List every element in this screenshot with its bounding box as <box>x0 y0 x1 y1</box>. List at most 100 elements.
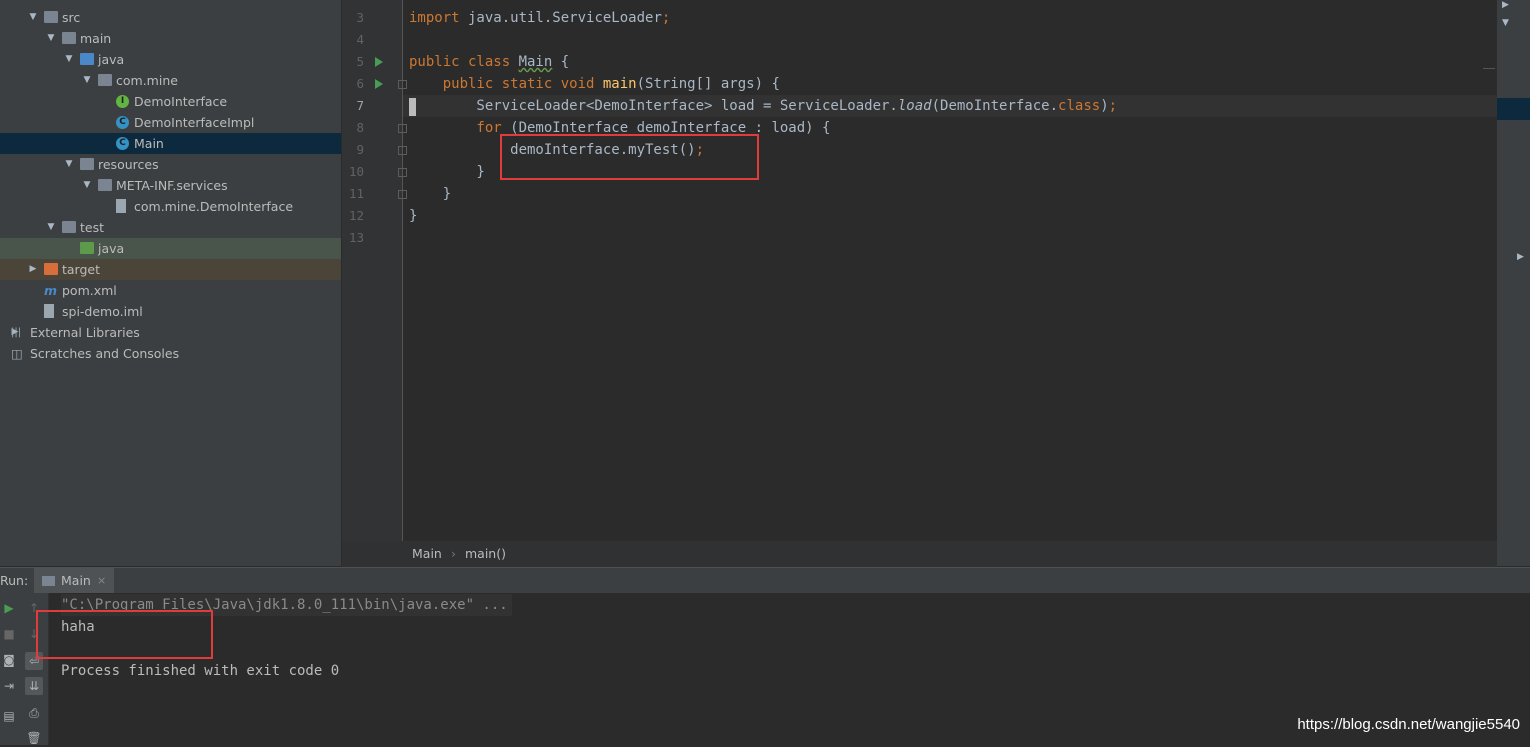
collapse-arrow-icon[interactable]: ▼ <box>45 217 57 238</box>
code-line-11[interactable]: } <box>409 183 451 205</box>
print-icon[interactable]: ⎙ <box>25 704 43 722</box>
folder-icon <box>62 32 76 44</box>
line-number: 11 <box>348 186 364 201</box>
line-number: 10 <box>348 164 364 179</box>
scroll-to-end-icon[interactable]: ⇊ <box>25 677 43 695</box>
collapse-arrow-icon[interactable]: ▼ <box>63 49 75 70</box>
tree-item[interactable]: C DemoInterfaceImpl <box>0 112 341 133</box>
breadcrumb-item-main[interactable]: Main <box>412 546 442 561</box>
line-number: 4 <box>356 32 364 47</box>
tree-item[interactable]: m pom.xml <box>0 280 341 301</box>
fold-marker-icon[interactable] <box>398 146 407 155</box>
tree-item[interactable]: ▼ com.mine <box>0 70 341 91</box>
line-number: 13 <box>348 230 364 245</box>
tree-item-label: src <box>62 10 81 25</box>
highlight-box-output <box>36 610 213 659</box>
stop-icon[interactable]: ■ <box>0 625 18 643</box>
expand-arrow-icon[interactable]: ▶ <box>1517 252 1524 262</box>
right-strip-selection <box>1497 98 1530 120</box>
collapse-arrow-icon[interactable]: ▼ <box>45 28 57 49</box>
code-semicolon: ; <box>1108 98 1118 114</box>
file-icon <box>116 199 126 213</box>
right-tool-strip <box>1497 0 1530 566</box>
file-icon <box>44 304 54 318</box>
project-tree[interactable]: ▼ src ▼ main ▼ java ▼ com.mine I DemoInterface C De… <box>0 0 341 566</box>
line-number: 9 <box>356 142 364 157</box>
class-name: Main <box>518 54 553 70</box>
collapse-arrow-icon[interactable]: ▼ <box>81 70 93 91</box>
tree-item[interactable]: ▼ java <box>0 49 341 70</box>
tree-item-label: META-INF.services <box>116 178 228 193</box>
run-tab-label: Main <box>61 573 91 588</box>
code-line-12[interactable]: } <box>409 205 417 227</box>
line-number: 5 <box>356 54 364 69</box>
collapse-arrow-icon[interactable]: ▼ <box>81 175 93 196</box>
tree-item[interactable]: ▼ META-INF.services <box>0 175 341 196</box>
run-class-icon[interactable] <box>375 57 383 67</box>
tree-item[interactable]: ▼ main <box>0 28 341 49</box>
code-line-5[interactable]: public class Main { <box>409 51 569 73</box>
code-semicolon: ; <box>661 10 671 26</box>
highlight-box-code <box>500 134 759 180</box>
camera-icon[interactable]: ◙ <box>0 651 18 669</box>
code-text: { <box>552 54 570 70</box>
excluded-folder-icon <box>44 263 58 275</box>
tree-item[interactable]: ◫ Scratches and Consoles <box>0 343 341 364</box>
breadcrumb-item-method[interactable]: main() <box>465 546 506 561</box>
keyword: public static void <box>409 76 603 92</box>
test-folder-icon <box>80 242 94 254</box>
collapse-arrow-icon[interactable]: ▼ <box>1502 18 1509 28</box>
tree-item-label: test <box>80 220 105 235</box>
tree-item-label: spi-demo.iml <box>62 304 143 319</box>
fold-marker-icon[interactable] <box>398 168 407 177</box>
fold-marker-icon[interactable] <box>398 124 407 133</box>
breadcrumb-separator: › <box>451 546 456 561</box>
tree-item-label: External Libraries <box>30 325 140 340</box>
tree-item[interactable]: I DemoInterface <box>0 91 341 112</box>
expand-arrow-icon[interactable]: ▶ <box>27 259 39 280</box>
run-method-icon[interactable] <box>375 79 383 89</box>
fold-marker-icon[interactable] <box>398 80 407 89</box>
tree-item-label: Scratches and Consoles <box>30 346 180 361</box>
tree-item[interactable]: C Main <box>0 133 341 154</box>
code-text: (String[] args) { <box>636 76 780 92</box>
trash-icon[interactable]: 🗑 <box>25 729 43 747</box>
method-name: main <box>602 76 637 92</box>
fold-marker-icon[interactable] <box>398 190 407 199</box>
tree-item[interactable]: ▶ target <box>0 259 341 280</box>
console-icon <box>42 576 55 586</box>
code-text: ServiceLoader<DemoInterface> load = Serv… <box>409 98 898 114</box>
expand-arrow-icon[interactable]: ▶ <box>1502 0 1509 10</box>
tree-item-label: java <box>98 241 125 256</box>
keyword: public class <box>409 54 519 70</box>
keyword: class <box>1058 98 1101 114</box>
close-icon[interactable]: × <box>97 574 106 587</box>
folder-icon <box>62 221 76 233</box>
interface-icon: I <box>116 95 129 108</box>
code-text: ) <box>1100 98 1109 114</box>
class-icon: C <box>116 116 129 129</box>
maven-icon: m <box>44 283 58 298</box>
right-margin-guide <box>1483 68 1495 69</box>
tree-item[interactable]: spi-demo.iml <box>0 301 341 322</box>
folder-icon <box>80 158 94 170</box>
collapse-arrow-icon[interactable]: ▼ <box>27 7 39 28</box>
code-line-3[interactable]: import java.util.ServiceLoader; <box>409 7 670 29</box>
tree-item[interactable]: ▼ resources <box>0 154 341 175</box>
layout-icon[interactable]: ▤ <box>0 707 18 725</box>
code-line-10[interactable]: } <box>409 161 484 183</box>
tree-item-label: com.mine.DemoInterface <box>134 199 294 214</box>
tree-item[interactable]: com.mine.DemoInterface <box>0 196 341 217</box>
code-line-6[interactable]: public static void main(String[] args) { <box>409 73 780 95</box>
tree-item[interactable]: ▶ ||| External Libraries <box>0 322 341 343</box>
tree-item[interactable]: ▼ src <box>0 7 341 28</box>
line-number: 3 <box>356 10 364 25</box>
restore-layout-icon[interactable]: ⇥ <box>0 677 18 695</box>
run-tool-bar <box>0 567 1530 594</box>
tree-item[interactable]: ▼ test <box>0 217 341 238</box>
tree-item[interactable]: java <box>0 238 341 259</box>
static-call: load <box>897 98 932 114</box>
collapse-arrow-icon[interactable]: ▼ <box>63 154 75 175</box>
code-line-7[interactable]: ServiceLoader<DemoInterface> load = Serv… <box>409 95 1117 117</box>
rerun-icon[interactable]: ▶ <box>0 599 18 617</box>
